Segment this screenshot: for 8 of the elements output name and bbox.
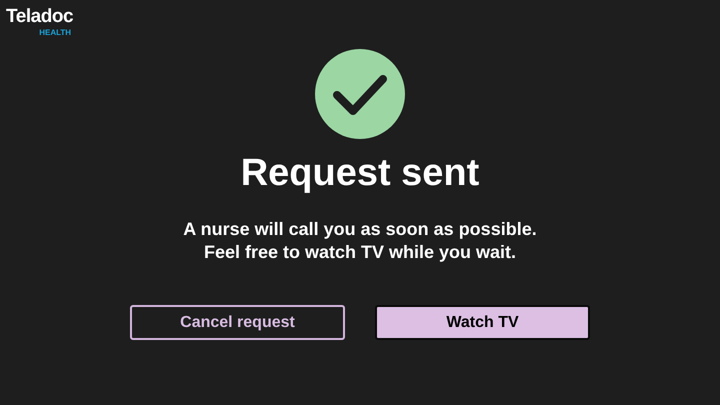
action-button[interactable]: Cancel request	[130, 305, 345, 340]
message-line: A nurse will call you as soon as possible.	[183, 218, 537, 241]
logo-subtitle: HEALTH	[39, 28, 72, 37]
action-button[interactable]: Watch TV	[375, 305, 590, 340]
logo-wordmark: Teladoc	[6, 6, 74, 28]
title: Request sent	[240, 151, 480, 196]
checkmark-icon	[315, 49, 405, 139]
message-line: Feel free to watch TV while you wait.	[204, 241, 516, 264]
